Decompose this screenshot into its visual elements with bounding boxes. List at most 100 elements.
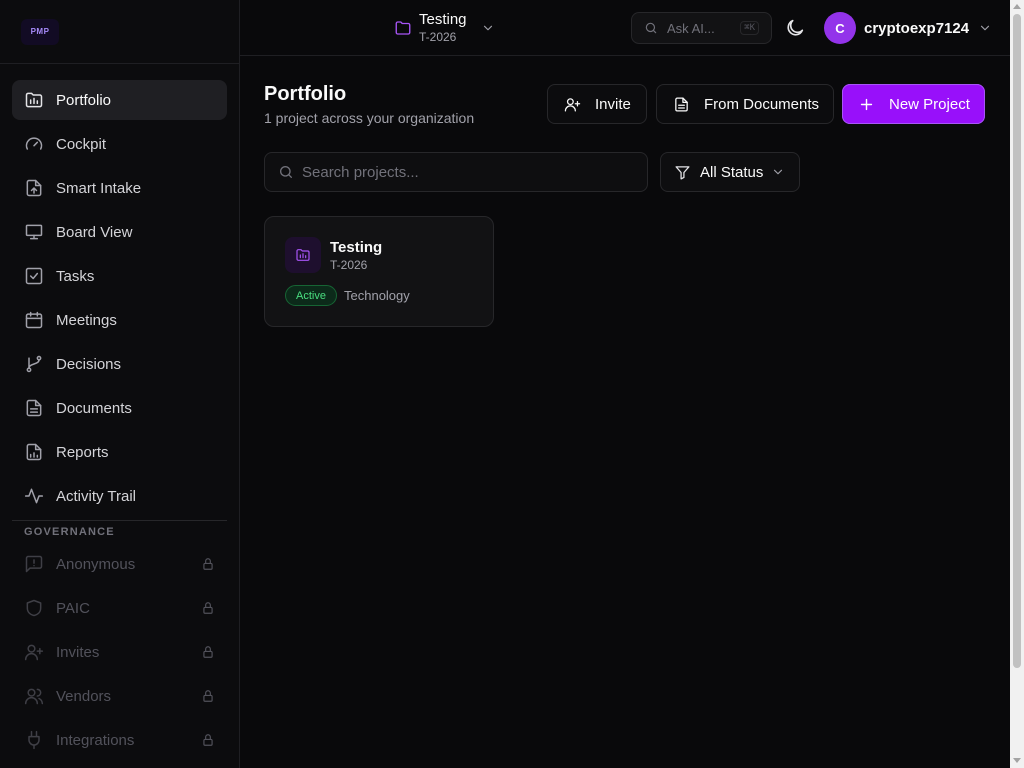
project-category: Technology (344, 288, 410, 303)
search-icon (644, 21, 658, 35)
governance-divider (12, 520, 227, 521)
sidebar-item-board-view[interactable]: Board View (12, 212, 227, 252)
sidebar-item-meetings[interactable]: Meetings (12, 300, 227, 340)
document-icon (673, 96, 690, 113)
sidebar-item-anonymous[interactable]: Anonymous (12, 544, 227, 584)
page-subtitle: 1 project across your organization (264, 110, 475, 126)
moon-icon (784, 17, 806, 39)
sidebar-item-label: Vendors (56, 687, 112, 705)
current-project-code: T-2026 (419, 30, 457, 44)
sidebar-item-invites[interactable]: Invites (12, 632, 227, 672)
report-icon (24, 442, 44, 462)
sidebar-item-decisions[interactable]: Decisions (12, 344, 227, 384)
theme-toggle-button[interactable] (784, 17, 806, 39)
sidebar-item-reports[interactable]: Reports (12, 432, 227, 472)
sidebar-item-label: Decisions (56, 355, 122, 373)
document-icon (24, 398, 44, 418)
sidebar-item-vendors[interactable]: Vendors (12, 676, 227, 716)
sidebar-item-tasks[interactable]: Tasks (12, 256, 227, 296)
from-documents-button[interactable]: From Documents (656, 84, 834, 124)
sidebar-item-label: Documents (56, 399, 132, 417)
git-branch-icon (24, 354, 44, 374)
new-project-button[interactable]: New Project (842, 84, 985, 124)
from-documents-button-label: From Documents (704, 95, 820, 113)
sidebar-item-activity-trail[interactable]: Activity Trail (12, 476, 227, 516)
sidebar-item-integrations[interactable]: Integrations (12, 720, 227, 760)
scroll-up-arrow-icon[interactable] (1013, 4, 1021, 9)
main-nav: Portfolio Cockpit Smart Intake Board Vie… (12, 80, 227, 520)
user-menu[interactable]: C cryptoexp7124 (824, 12, 992, 44)
sidebar-item-smart-intake[interactable]: Smart Intake (12, 168, 227, 208)
folder-icon (394, 19, 412, 37)
sidebar-item-label: Cockpit (56, 135, 107, 153)
user-plus-icon (24, 642, 44, 662)
message-alert-icon (24, 554, 44, 574)
sidebar-item-paic[interactable]: PAIC (12, 588, 227, 628)
search-icon (278, 164, 294, 180)
lock-icon (201, 689, 215, 703)
project-code: T-2026 (330, 258, 368, 272)
project-name: Testing (330, 239, 383, 256)
search-input[interactable] (302, 163, 622, 181)
chevron-down-icon (771, 165, 785, 179)
invite-button[interactable]: Invite (547, 84, 647, 124)
chevron-down-icon (481, 21, 495, 35)
project-switcher[interactable]: Testing T-2026 (394, 10, 495, 45)
sidebar-item-label: Integrations (56, 731, 135, 749)
current-project-name: Testing (419, 11, 467, 28)
sidebar: PMP Portfolio Cockpit Smart Intake Board… (0, 0, 240, 768)
portfolio-icon (24, 90, 44, 110)
project-card[interactable]: Testing T-2026 Active Technology (264, 216, 494, 327)
lock-icon (201, 733, 215, 747)
scroll-down-arrow-icon[interactable] (1013, 758, 1021, 763)
filter-icon (674, 164, 691, 181)
sidebar-item-cockpit[interactable]: Cockpit (12, 124, 227, 164)
sidebar-item-label: PAIC (56, 599, 90, 617)
project-folder-icon (285, 237, 321, 273)
sidebar-item-label: Activity Trail (56, 487, 137, 505)
governance-nav: Anonymous PAIC Invites Vendors Integrati… (12, 544, 227, 764)
sidebar-item-label: Anonymous (56, 555, 136, 573)
sidebar-item-label: Board View (56, 223, 133, 241)
project-search (264, 152, 648, 192)
sidebar-item-label: Reports (56, 443, 109, 461)
app-logo[interactable]: PMP (21, 18, 59, 45)
presentation-icon (24, 222, 44, 242)
check-square-icon (24, 266, 44, 286)
invite-button-label: Invite (595, 95, 631, 113)
status-filter-value: All Status (700, 163, 764, 181)
chevron-down-icon (978, 21, 992, 35)
file-upload-icon (24, 178, 44, 198)
user-plus-icon (564, 96, 581, 113)
plus-icon (858, 96, 875, 113)
lock-icon (201, 645, 215, 659)
sidebar-item-portfolio[interactable]: Portfolio (12, 80, 227, 120)
top-bar: Testing T-2026 Ask AI... ⌘K C cryptoexp7… (240, 0, 1010, 56)
keyboard-shortcut-badge: ⌘K (740, 21, 759, 35)
sidebar-item-documents[interactable]: Documents (12, 388, 227, 428)
ask-ai-search[interactable]: Ask AI... ⌘K (631, 12, 772, 44)
page-scrollbar[interactable] (1010, 0, 1024, 768)
sidebar-item-label: Portfolio (56, 91, 112, 109)
username: cryptoexp7124 (864, 19, 970, 37)
governance-heading: GOVERNANCE (24, 526, 115, 538)
lock-icon (201, 557, 215, 571)
sidebar-item-label: Smart Intake (56, 179, 142, 197)
scrollbar-thumb[interactable] (1013, 14, 1021, 668)
logo-text: PMP (30, 27, 50, 36)
lock-icon (201, 601, 215, 615)
calendar-icon (24, 310, 44, 330)
sidebar-item-label: Invites (56, 643, 100, 661)
main-content: Portfolio 1 project across your organiza… (240, 56, 1010, 768)
status-badge: Active (285, 285, 337, 306)
logo-area: PMP (0, 0, 239, 64)
shield-icon (24, 598, 44, 618)
activity-icon (24, 486, 44, 506)
plug-icon (24, 730, 44, 750)
page-title: Portfolio (264, 83, 347, 105)
status-filter-select[interactable]: All Status (660, 152, 800, 192)
sidebar-item-label: Meetings (56, 311, 117, 329)
project-switcher-names: Testing T-2026 (419, 10, 467, 45)
sidebar-item-label: Tasks (56, 267, 95, 285)
users-icon (24, 686, 44, 706)
